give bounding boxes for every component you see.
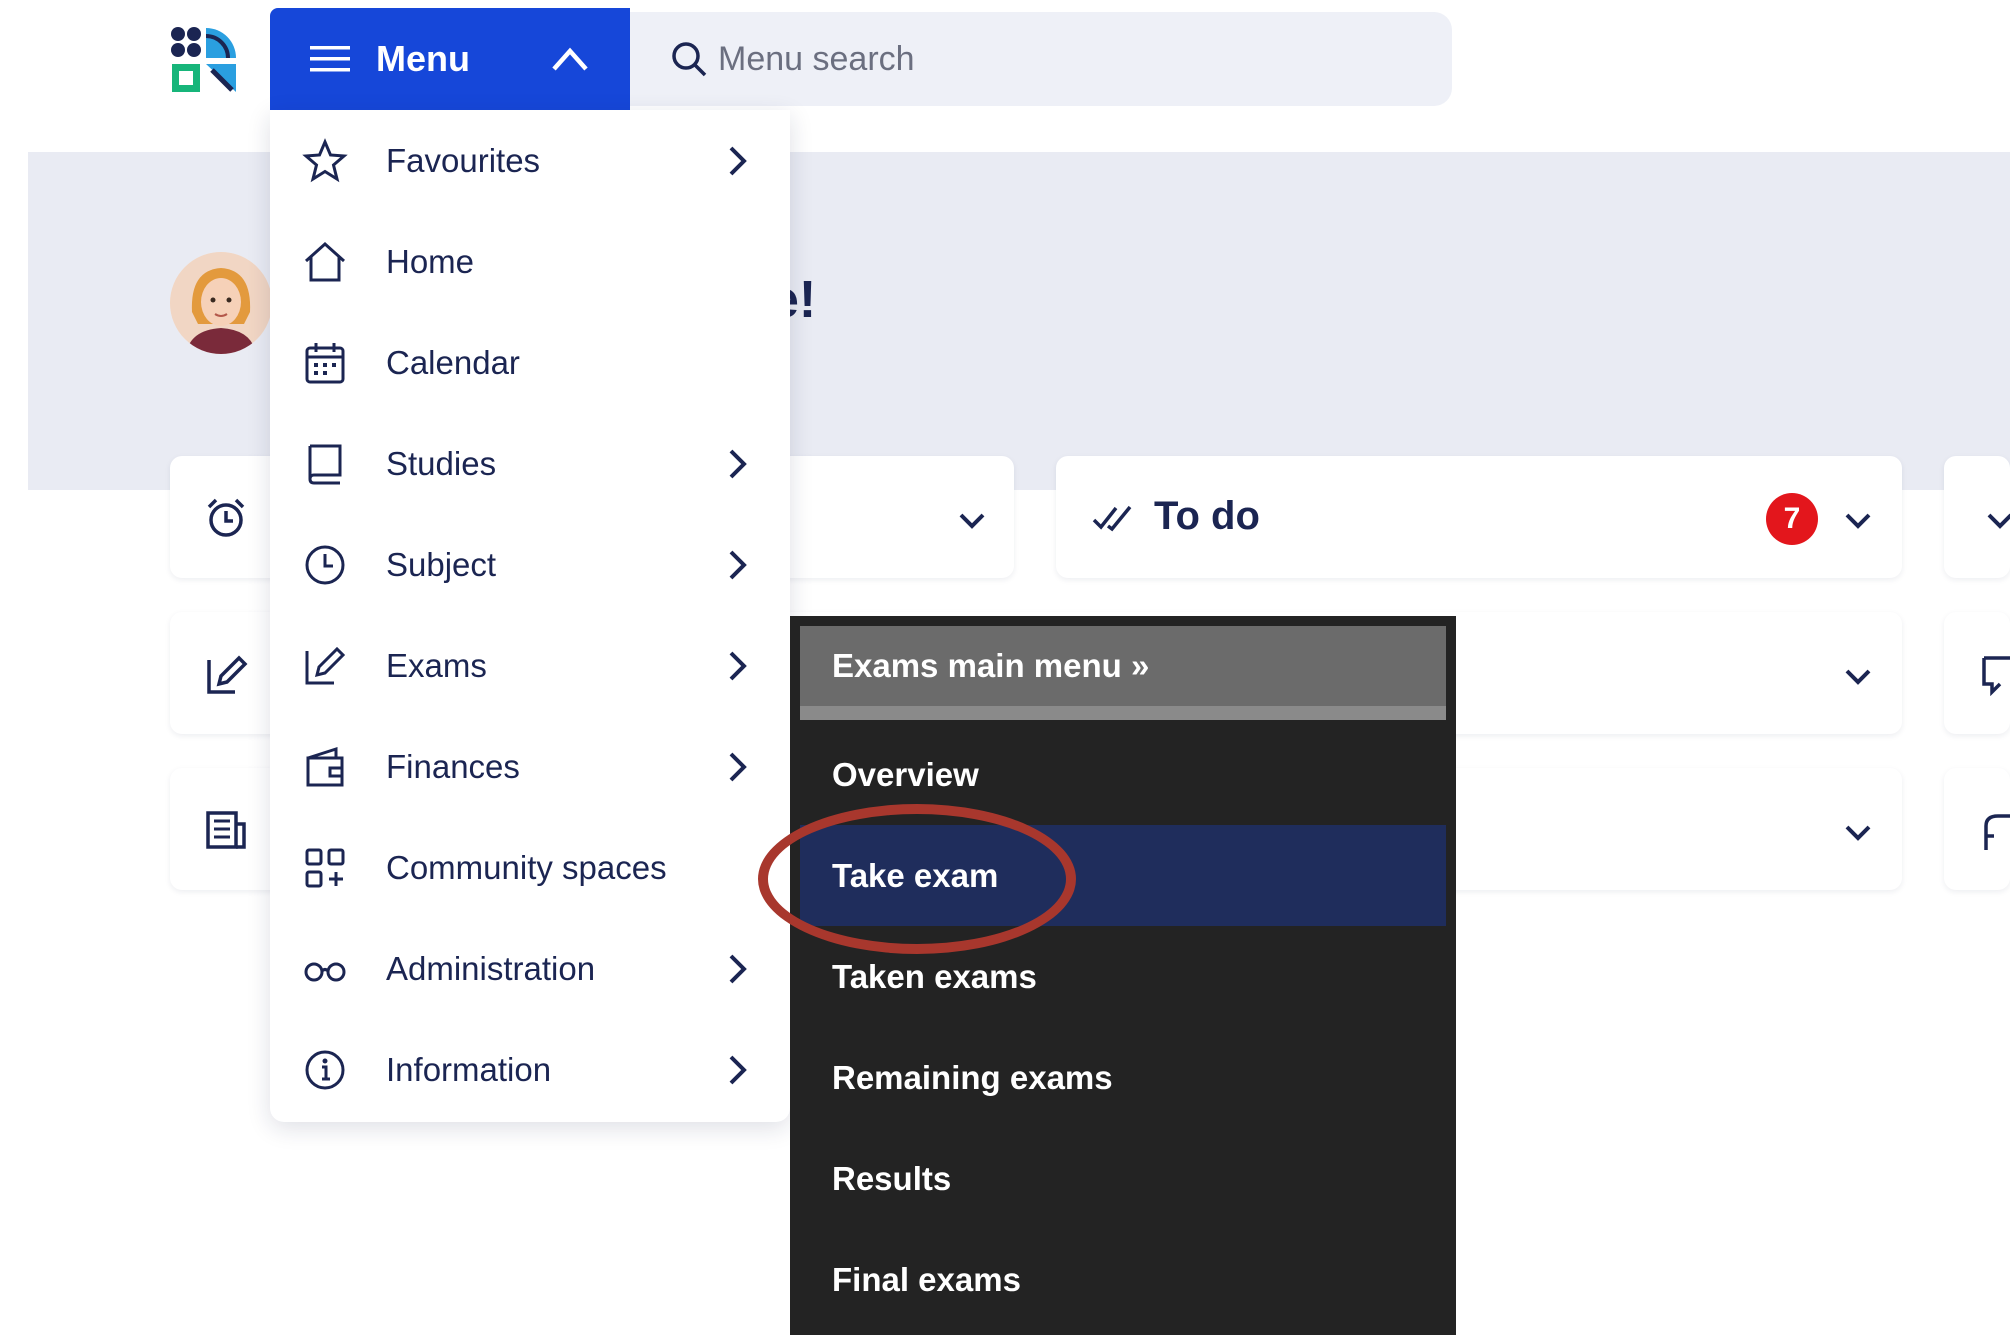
chevron-up-icon [552,47,588,71]
menu-item-administration[interactable]: Administration [270,918,790,1019]
submenu-item-final-exams[interactable]: Final exams [800,1229,1446,1330]
calendar-icon [305,342,345,383]
submenu-item-remaining-exams[interactable]: Remaining exams [800,1027,1446,1128]
app-logo[interactable] [170,26,240,94]
chevron-right-icon [729,752,747,781]
chevron-down-icon[interactable] [958,512,986,530]
submenu-item-results[interactable]: Results [800,1128,1446,1229]
info-icon [305,1050,345,1089]
chevron-down-icon[interactable] [1844,668,1872,686]
book-icon [308,444,342,484]
chevron-down-icon[interactable] [1844,512,1872,530]
menu-item-calendar[interactable]: Calendar [270,312,790,413]
wallet-icon [306,746,344,786]
chevron-right-icon [729,651,747,680]
menu-item-community-spaces[interactable]: Community spaces [270,817,790,918]
chevron-right-icon [729,449,747,478]
news-icon [206,811,246,849]
edit-icon [207,655,248,694]
avatar[interactable] [170,252,272,354]
submenu-item-taken-exams[interactable]: Taken exams [800,926,1446,1027]
todo-count-badge: 7 [1766,493,1818,545]
double-check-icon [1092,505,1132,532]
exams-main-menu-link[interactable]: Exams main menu » [800,626,1446,706]
clock-icon [305,545,345,584]
todo-title: To do [1154,494,1260,538]
glasses-icon [304,962,346,981]
menu-item-favourites[interactable]: Favourites [270,110,790,211]
chevron-right-icon [729,146,747,175]
menu-item-information[interactable]: Information [270,1019,790,1120]
apps-icon [305,848,345,887]
menu-label: Menu [376,38,470,79]
exams-submenu: Exams main menu » Overview Take exam Tak… [790,616,1456,1335]
submenu-divider [800,706,1446,720]
chevron-right-icon [729,550,747,579]
menu-item-home[interactable]: Home [270,211,790,312]
menu-item-studies[interactable]: Studies [270,413,790,514]
submenu-item-overview[interactable]: Overview [800,724,1446,825]
menu-search[interactable] [630,12,1452,106]
comment-icon [1982,656,2010,696]
hamburger-icon [310,46,350,72]
signpost-icon [1984,814,2010,850]
submenu-item-take-exam[interactable]: Take exam [800,825,1446,926]
chevron-right-icon [729,954,747,983]
menu-item-exams[interactable]: Exams [270,615,790,716]
menu-item-finances[interactable]: Finances [270,716,790,817]
search-icon [672,42,707,77]
main-menu-panel: Favourites Home Calendar Studies Subject… [270,110,790,1122]
menu-search-input[interactable] [716,38,1420,80]
chevron-down-icon[interactable] [1844,824,1872,842]
home-icon [304,241,346,281]
alarm-clock-icon [207,498,245,537]
chevron-down-icon[interactable] [1986,512,2010,530]
menu-toggle-button[interactable]: Menu [270,8,630,110]
menu-item-subject[interactable]: Subject [270,514,790,615]
star-icon [302,137,348,182]
chevron-right-icon [729,1055,747,1084]
edit-icon [305,646,346,684]
